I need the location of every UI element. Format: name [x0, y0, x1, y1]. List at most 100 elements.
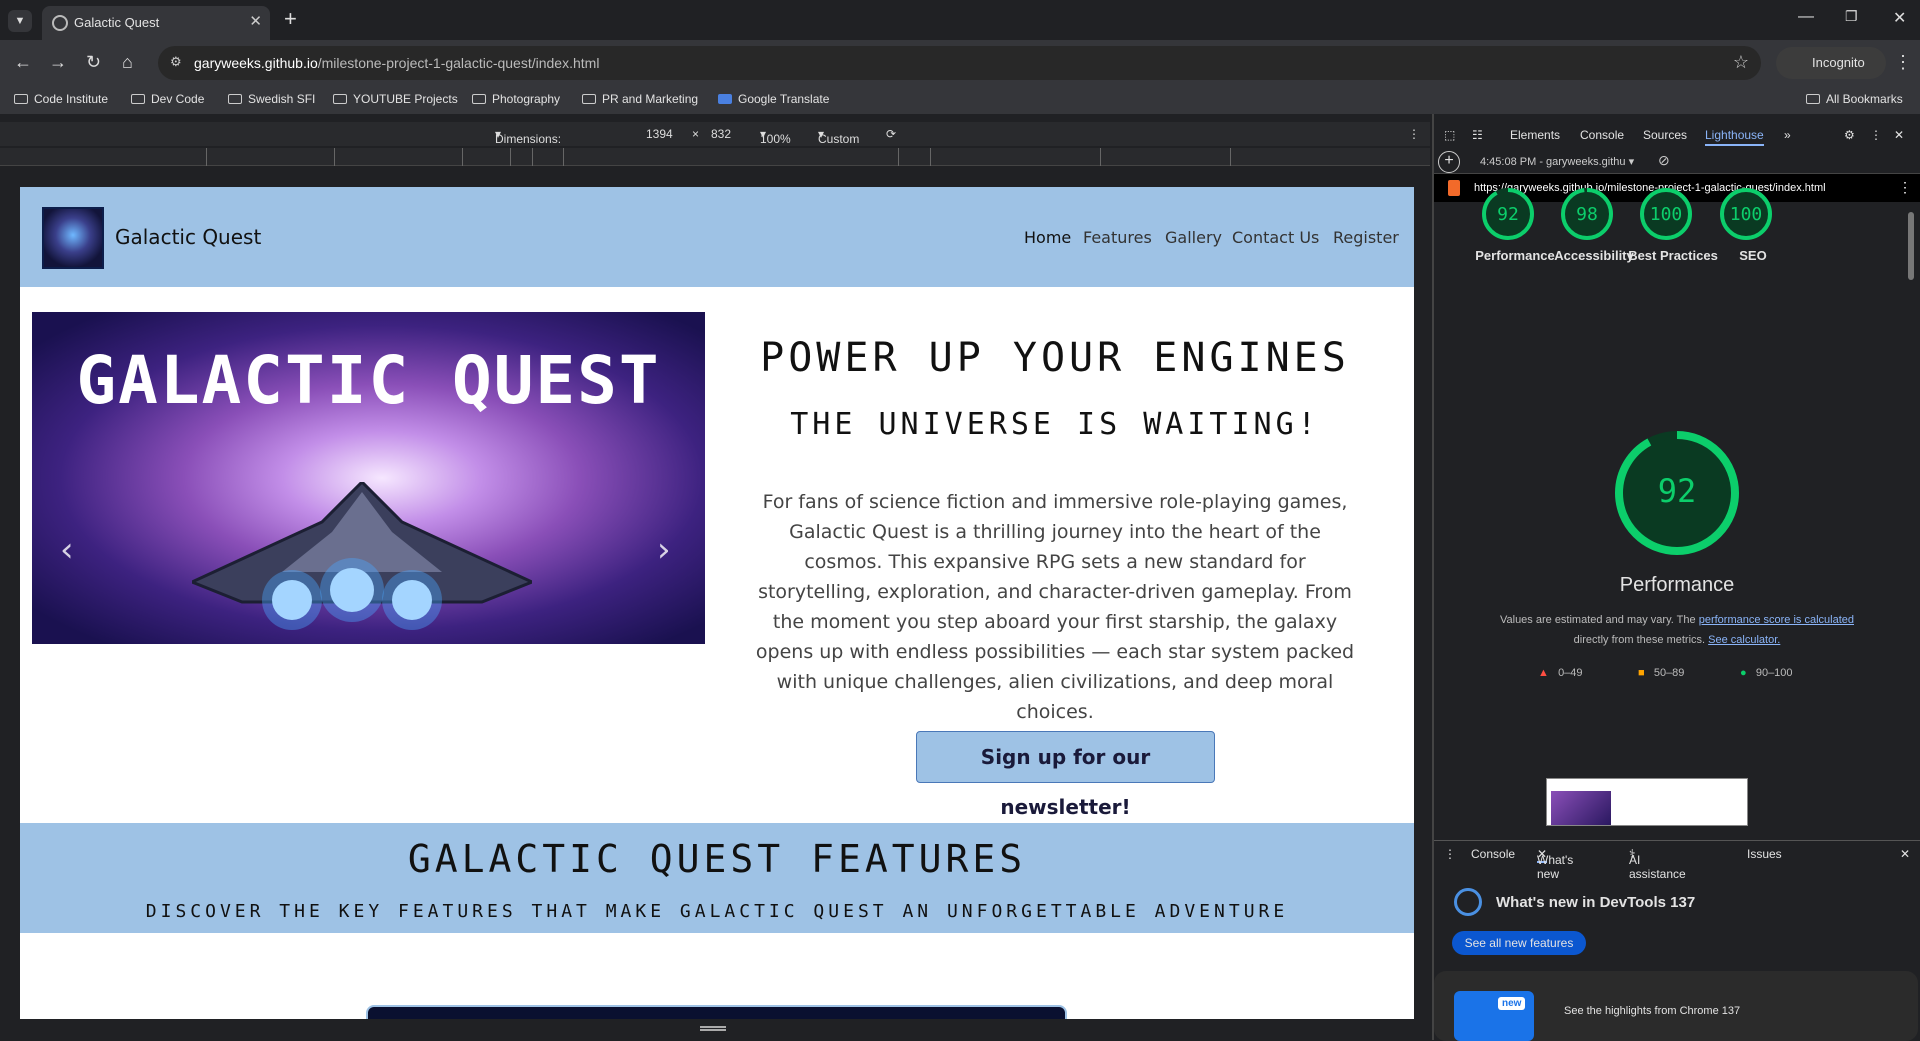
score-value: 92	[1497, 204, 1519, 225]
score-gauge-best-practices[interactable]: 100 Best Practices	[1628, 186, 1718, 263]
restore-icon[interactable]: ❐	[1845, 8, 1858, 25]
carousel-next-icon[interactable]: ›	[657, 530, 671, 570]
bookmark-item[interactable]: Dev Code	[131, 92, 204, 106]
folder-icon	[582, 94, 596, 104]
tab-lighthouse[interactable]: Lighthouse	[1705, 128, 1764, 146]
window-close-icon[interactable]: ✕	[1893, 8, 1906, 28]
nav-register[interactable]: Register	[1333, 228, 1399, 247]
devtools-menu-icon[interactable]: ⋮	[1870, 128, 1882, 142]
bookmark-item[interactable]: Swedish SFI	[228, 92, 315, 106]
drawer-tab-issues[interactable]: Issues	[1747, 847, 1782, 861]
emulated-viewport: Galactic Quest Home Features Gallery Con…	[20, 187, 1414, 1019]
new-report-icon[interactable]: +	[1438, 151, 1460, 173]
forward-icon[interactable]: →	[49, 52, 67, 73]
translate-icon	[718, 94, 732, 104]
site-brand[interactable]: Galactic Quest	[115, 225, 261, 249]
report-menu-icon[interactable]: ⋮	[1898, 179, 1912, 196]
browser-toolbar: ← → ↻ ⌂ ⚙ garyweeks.github.io/milestone-…	[0, 40, 1920, 86]
chrome-icon	[1454, 888, 1482, 916]
see-all-features-button[interactable]: See all new features	[1452, 931, 1586, 955]
score-gauge-performance[interactable]: 92 Performance	[1475, 186, 1555, 263]
back-icon[interactable]: ←	[14, 52, 32, 73]
close-tab-icon[interactable]: ✕	[249, 12, 262, 30]
bookmark-item[interactable]: Code Institute	[14, 92, 108, 106]
carousel-prev-icon[interactable]: ‹	[60, 530, 74, 570]
site-info-icon[interactable]: ⚙	[170, 54, 182, 70]
more-tabs-icon[interactable]: »	[1784, 128, 1791, 142]
legend-pass: ● 90–100	[1740, 667, 1793, 679]
report-selector[interactable]: 4:45:08 PM - garyweeks.githu ▾	[1480, 155, 1634, 168]
tab-console[interactable]: Console	[1580, 128, 1624, 142]
score-gauge-accessibility[interactable]: 98 Accessibility	[1554, 186, 1634, 263]
device-toolbar-menu-icon[interactable]: ⋮	[1408, 127, 1420, 141]
performance-title: Performance	[1619, 574, 1735, 596]
incognito-badge[interactable]: Incognito	[1776, 47, 1886, 79]
tab-strip: ▼ Galactic Quest ✕ + — ❐ ✕	[0, 0, 1920, 40]
highlights-video-thumbnail: new	[1454, 991, 1534, 1041]
newsletter-button[interactable]: Sign up for our newsletter!	[916, 731, 1215, 819]
close-devtools-icon[interactable]: ✕	[1894, 128, 1904, 142]
bookmark-item[interactable]: Photography	[472, 92, 560, 106]
tab-elements[interactable]: Elements	[1510, 128, 1560, 142]
height-input[interactable]: 832	[711, 127, 731, 141]
nav-home[interactable]: Home	[1024, 228, 1071, 247]
see-calculator-link[interactable]: See calculator.	[1708, 634, 1780, 646]
new-tab-button[interactable]: +	[284, 6, 297, 32]
score-gauge-seo[interactable]: 100 SEO	[1718, 186, 1774, 263]
reload-icon[interactable]: ↻	[86, 52, 101, 73]
tab-title: Galactic Quest	[74, 15, 160, 30]
performance-note: Values are estimated and may vary. The p…	[1499, 614, 1854, 646]
all-bookmarks[interactable]: All Bookmarks	[1806, 92, 1903, 106]
address-bar[interactable]: ⚙ garyweeks.github.io/milestone-project-…	[158, 46, 1761, 80]
bookmark-star-icon[interactable]: ☆	[1733, 52, 1749, 73]
bookmark-item[interactable]: PR and Marketing	[582, 92, 698, 106]
scrollbar-thumb[interactable]	[1908, 212, 1914, 280]
zoom-select[interactable]: 100% ▾	[760, 127, 791, 146]
lighthouse-icon	[1448, 180, 1460, 196]
devtools-tabs: ⬚ ☷ Elements Console Sources Lighthouse …	[1434, 122, 1920, 148]
highlights-card[interactable]: new See the highlights from Chrome 137	[1434, 971, 1918, 1041]
nav-contact[interactable]: Contact Us	[1232, 228, 1319, 247]
inspect-element-icon[interactable]: ⬚	[1444, 128, 1455, 142]
media-query-ruler[interactable]	[0, 148, 1430, 166]
minimize-icon[interactable]: —	[1798, 8, 1814, 26]
devtools-panel: ⬚ ☷ Elements Console Sources Lighthouse …	[1434, 114, 1920, 1041]
tab-sources[interactable]: Sources	[1643, 128, 1687, 142]
drawer-menu-icon[interactable]: ⋮	[1444, 847, 1456, 861]
nav-gallery[interactable]: Gallery	[1165, 228, 1222, 247]
score-value: 98	[1576, 204, 1598, 225]
bookmark-item[interactable]: YOUTUBE Projects	[333, 92, 458, 106]
features-title: GALACTIC QUEST FEATURES	[407, 837, 1027, 881]
drawer-tab-console[interactable]: Console	[1471, 847, 1515, 861]
site-logo[interactable]	[42, 207, 104, 269]
bookmarks-bar: Code Institute Dev Code Swedish SFI YOUT…	[0, 86, 1920, 114]
throttle-select[interactable]: Custom ▾	[818, 127, 859, 146]
browser-menu-icon[interactable]: ⋮	[1894, 52, 1912, 73]
score-value: 100	[1649, 204, 1683, 225]
hero-description: For fans of science fiction and immersiv…	[755, 491, 1355, 723]
folder-icon	[1806, 94, 1820, 104]
viewport-resize-handle[interactable]	[700, 1026, 726, 1031]
settings-gear-icon[interactable]: ⚙	[1844, 128, 1855, 142]
close-drawer-icon[interactable]: ✕	[1900, 847, 1910, 861]
folder-icon	[131, 94, 145, 104]
bookmark-item[interactable]: Google Translate	[718, 92, 829, 106]
home-icon[interactable]: ⌂	[122, 52, 133, 73]
tab-search-chevron-icon[interactable]: ▼	[8, 10, 32, 32]
drawer-tab-ai-assistance[interactable]: AI assistance ⚕	[1629, 847, 1686, 881]
drawer-tab-whats-new[interactable]: What's new ✕	[1537, 847, 1573, 881]
dimensions-select[interactable]: Dimensions: Responsive ▾	[495, 127, 561, 160]
clear-reports-icon[interactable]: ⊘	[1658, 152, 1670, 169]
device-mode-icon[interactable]: ☷	[1472, 128, 1483, 142]
whats-new-title: What's new in DevTools 137	[1496, 894, 1696, 911]
devtools-drawer: ⋮ Console What's new ✕ AI assistance ⚕ I…	[1434, 840, 1920, 1041]
score-label: SEO	[1739, 248, 1767, 263]
nav-features[interactable]: Features	[1083, 228, 1152, 247]
site-navbar: Galactic Quest Home Features Gallery Con…	[20, 187, 1414, 287]
width-input[interactable]: 1394	[646, 127, 673, 141]
browser-tab[interactable]: Galactic Quest ✕	[42, 6, 270, 40]
carousel-title: GALACTIC QUEST	[76, 342, 661, 419]
score-calculated-link[interactable]: performance score is calculated	[1699, 614, 1854, 626]
performance-big-gauge: 92	[1610, 426, 1744, 560]
rotate-icon[interactable]: ⟳	[886, 127, 896, 141]
